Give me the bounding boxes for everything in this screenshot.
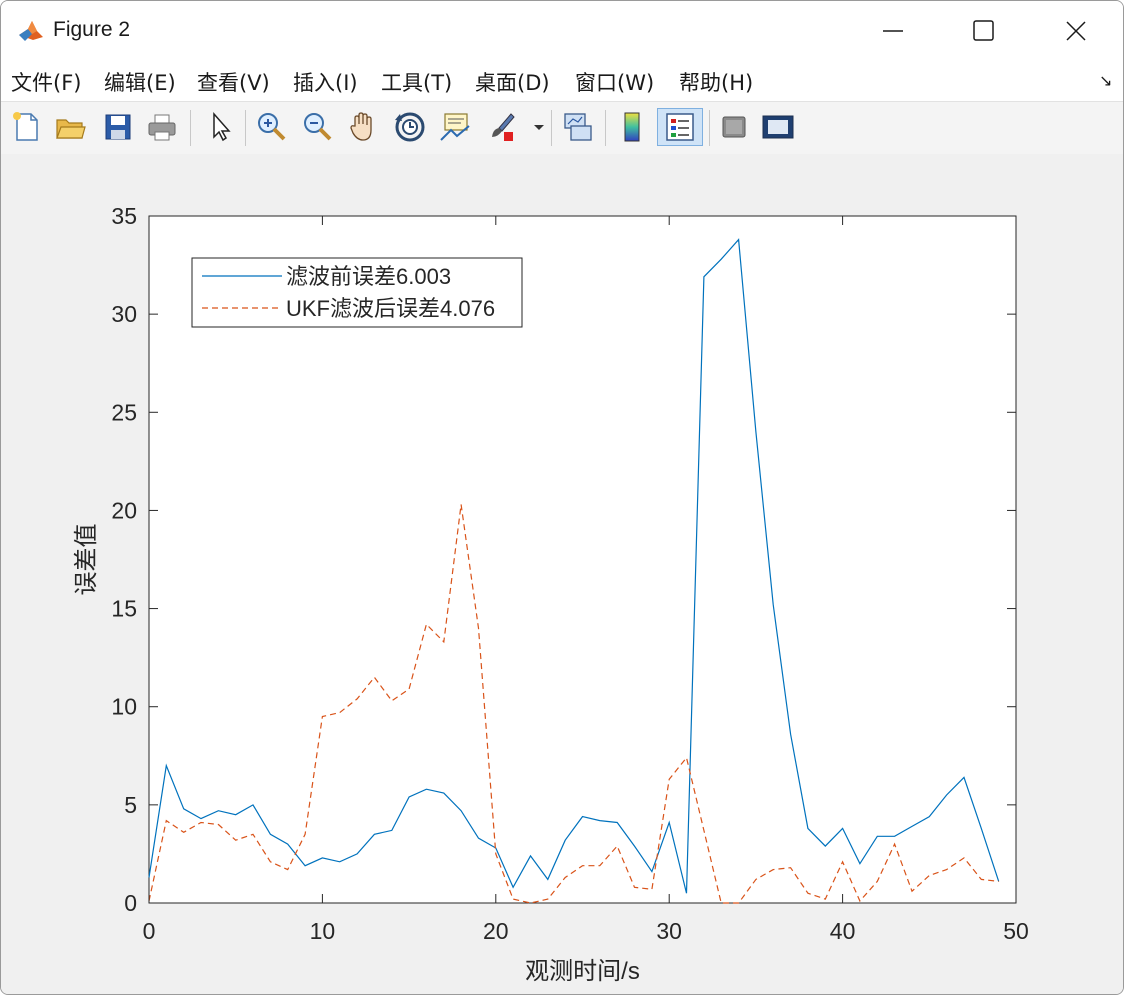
y-tick-label: 30 <box>111 301 137 327</box>
maximize-button[interactable] <box>939 1 1031 61</box>
line-chart: 0 10 20 30 40 50 0 5 10 15 20 25 30 35 观测时间/s 误差值 滤波前误差6… <box>73 203 1029 985</box>
zoom-out-icon <box>304 113 332 141</box>
brush-button[interactable] <box>483 108 521 146</box>
show-plot-tools-button[interactable] <box>759 108 797 146</box>
legend-label-0: 滤波前误差6.003 <box>286 264 451 289</box>
x-tick-label: 10 <box>310 918 336 944</box>
legend-button[interactable] <box>657 108 703 146</box>
x-tick-label: 40 <box>830 918 856 944</box>
close-icon <box>1066 21 1086 41</box>
menu-insert[interactable]: 插入(I) <box>293 67 358 97</box>
colorbar-icon <box>624 112 640 142</box>
x-axis-label: 观测时间/s <box>525 958 640 985</box>
x-tick-label: 20 <box>483 918 509 944</box>
zoom-in-button[interactable] <box>253 108 291 146</box>
x-tick-label: 0 <box>143 918 156 944</box>
save-icon <box>105 114 131 140</box>
minimize-button[interactable] <box>847 1 939 61</box>
zoom-out-button[interactable] <box>299 108 337 146</box>
colorbar-button[interactable] <box>613 108 651 146</box>
dock-arrow-icon[interactable]: ↘ <box>1099 71 1112 90</box>
menu-bar: 文件(F) 编辑(E) 查看(V) 插入(I) 工具(T) 桌面(D) 窗口(W… <box>1 61 1123 101</box>
menu-edit[interactable]: 编辑(E) <box>104 67 176 97</box>
toolbar-separator <box>245 110 246 146</box>
menu-window[interactable]: 窗口(W) <box>575 67 654 97</box>
y-tick-label: 25 <box>111 399 137 425</box>
open-folder-icon <box>56 119 86 139</box>
maximize-icon <box>973 20 994 41</box>
zoom-in-icon <box>258 113 286 141</box>
y-tick-label: 20 <box>111 497 137 523</box>
show-plot-tools-icon <box>762 115 794 139</box>
y-tick-label: 15 <box>111 596 137 622</box>
menu-tools[interactable]: 工具(T) <box>381 67 452 97</box>
open-button[interactable] <box>51 108 89 146</box>
figure-canvas: 0 10 20 30 40 50 0 5 10 15 20 25 30 35 观测时间/s 误差值 滤波前误差6… <box>1 154 1123 994</box>
rotate-button[interactable] <box>391 108 429 146</box>
pan-hand-icon <box>350 112 372 141</box>
menu-file[interactable]: 文件(F) <box>11 67 81 97</box>
data-tips-button[interactable] <box>437 108 475 146</box>
y-axis-label: 误差值 <box>73 524 100 596</box>
link-plot-icon <box>564 113 592 141</box>
minimize-icon <box>883 30 903 32</box>
toolbar-separator <box>709 110 710 146</box>
y-tick-label: 35 <box>111 203 137 229</box>
close-button[interactable] <box>1031 1 1123 61</box>
pointer-icon <box>213 112 231 142</box>
save-button[interactable] <box>99 108 137 146</box>
legend-label-1: UKF滤波后误差4.076 <box>286 296 495 321</box>
menu-help[interactable]: 帮助(H) <box>679 67 753 97</box>
matlab-logo-icon <box>17 17 45 45</box>
figure-window: Figure 2 文件(F) 编辑(E) 查看(V) 插入(I) 工具(T) 桌… <box>0 0 1124 995</box>
x-tick-label: 50 <box>1003 918 1029 944</box>
title-bar[interactable]: Figure 2 <box>1 1 1123 61</box>
data-cursor-icon <box>440 113 470 141</box>
link-plot-button[interactable] <box>559 108 597 146</box>
print-icon <box>148 114 176 141</box>
pan-button[interactable] <box>345 108 383 146</box>
window-title: Figure 2 <box>53 18 131 41</box>
hide-plot-tools-button[interactable] <box>715 108 753 146</box>
x-tick-label: 30 <box>656 918 682 944</box>
menu-view[interactable]: 查看(V) <box>197 67 270 97</box>
brush-dropdown-icon[interactable] <box>533 124 545 132</box>
legend-icon <box>666 113 694 141</box>
toolbar-separator <box>551 110 552 146</box>
new-file-icon <box>13 112 38 141</box>
rotate-3d-icon <box>395 112 425 142</box>
print-button[interactable] <box>143 108 181 146</box>
menu-desktop[interactable]: 桌面(D) <box>475 67 550 97</box>
hide-plot-tools-icon <box>722 116 746 138</box>
y-tick-label: 10 <box>111 694 137 720</box>
edit-plot-button[interactable] <box>201 108 239 146</box>
toolbar <box>1 101 1123 155</box>
y-tick-label: 5 <box>124 792 137 818</box>
new-figure-button[interactable] <box>7 108 45 146</box>
toolbar-separator <box>605 110 606 146</box>
y-tick-label: 0 <box>124 890 137 916</box>
toolbar-separator <box>190 110 191 146</box>
brush-icon <box>492 113 515 141</box>
